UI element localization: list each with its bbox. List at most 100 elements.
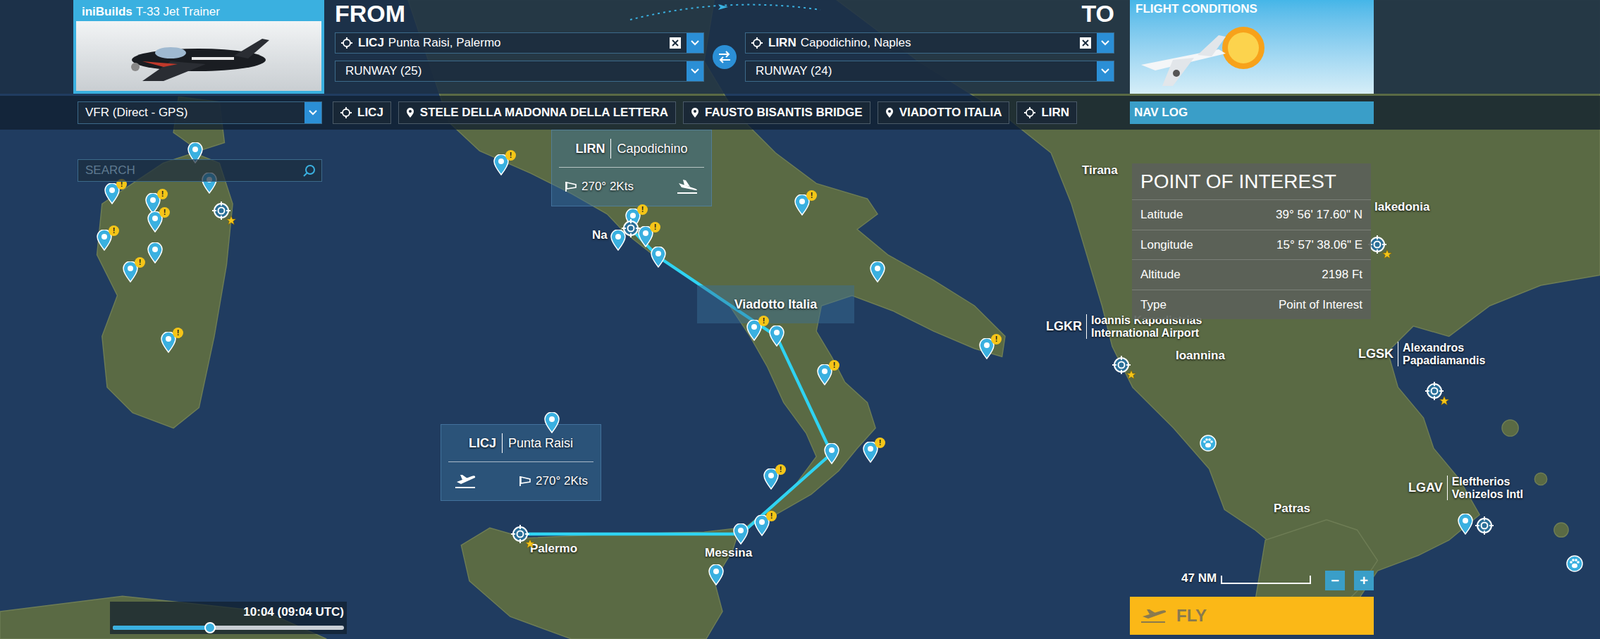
map-pin[interactable]: ! (862, 441, 879, 464)
flight-type: VFR (Direct - GPS) (78, 103, 305, 122)
map-pin[interactable] (1425, 382, 1444, 401)
map-pin[interactable]: ! (147, 211, 163, 233)
airport-label[interactable]: LGSKAlexandrosPapadiamandis (1358, 341, 1486, 367)
arrival-runway-field[interactable]: RUNWAY (24) (745, 60, 1115, 82)
aircraft-maker: iniBuilds (81, 2, 133, 22)
clear-button[interactable] (1079, 37, 1092, 49)
map-pin[interactable]: ! (145, 193, 161, 215)
scale-bar (1220, 575, 1312, 585)
from-title: FROM (334, 1, 406, 26)
time-knob[interactable] (204, 622, 216, 634)
poi-row-label: Latitude (1140, 205, 1184, 225)
map-pin[interactable]: ! (816, 364, 833, 386)
zoom-in-button[interactable]: + (1354, 570, 1374, 591)
arrival-field[interactable]: LIRN Capodichino, Naples (745, 32, 1115, 54)
clear-button[interactable] (669, 37, 681, 49)
header: iniBuilds T-33 Jet Trainer (0, 0, 1600, 130)
swap-button[interactable] (712, 45, 737, 70)
airport-label[interactable]: LGAVEleftheriosVenizelos Intl (1408, 475, 1524, 501)
map-pin[interactable] (610, 229, 626, 251)
waypoint-chip[interactable]: LICJ (332, 101, 392, 125)
map-label: Ioannina (1175, 346, 1226, 366)
map-pin[interactable] (1566, 555, 1584, 573)
nav-log-button[interactable]: NAV LOG (1129, 101, 1374, 125)
map-label: Patras (1273, 499, 1311, 519)
map-pin[interactable]: ! (104, 183, 120, 205)
poi-row-value: Point of Interest (1278, 296, 1363, 315)
flight-type-dropdown[interactable]: VFR (Direct - GPS) (77, 101, 323, 125)
pin-icon (147, 242, 163, 264)
route-bar: VFR (Direct - GPS) LICJ STELE DELLA MADON… (0, 95, 1600, 130)
time-track[interactable] (112, 625, 344, 631)
map-pin[interactable]: ! (794, 194, 810, 216)
dropdown-button[interactable] (1096, 61, 1114, 82)
alert-badge: ! (828, 360, 840, 371)
fly-button[interactable]: FLY (1129, 597, 1374, 636)
pin-icon (823, 443, 840, 465)
map-pin[interactable] (733, 523, 749, 545)
aircraft-card[interactable]: iniBuilds T-33 Jet Trainer (73, 0, 325, 94)
map-pin[interactable]: ! (493, 154, 509, 176)
map-pin[interactable] (1457, 513, 1474, 535)
map-pin[interactable] (1199, 434, 1217, 452)
close-icon (1081, 39, 1089, 47)
poi-row-label: Type (1140, 296, 1167, 315)
dropdown-button[interactable] (1096, 33, 1114, 53)
waypoint-chip[interactable]: STELE DELLA MADONNA DELLA LETTERA (398, 101, 676, 125)
world-map[interactable]: TiranaIoanninaPatraslakedoniaNaMessinaPa… (0, 0, 1600, 639)
alert-glyph: ! (163, 208, 167, 217)
waypoint-label: STELE DELLA MADONNA DELLA LETTERA (420, 103, 669, 122)
featured-badge (525, 539, 535, 550)
map-pin[interactable] (1112, 355, 1131, 375)
poi-row-value: 39° 56' 17.60" N (1275, 205, 1363, 225)
departure-runway-field[interactable]: RUNWAY (25) (334, 60, 705, 82)
map-pin[interactable] (823, 443, 840, 465)
map-pin[interactable]: ! (160, 331, 177, 354)
map-pin[interactable] (708, 564, 724, 586)
highlight-label: Viadotto Italia (734, 295, 818, 315)
dropdown-button[interactable] (686, 61, 704, 82)
highlight-card[interactable]: Viadotto Italia (697, 285, 855, 324)
map-pin[interactable]: ! (637, 226, 654, 248)
map-pin[interactable]: ! (746, 320, 762, 342)
airport-card[interactable]: LICJPunta Raisi270° 2Kts (440, 424, 602, 502)
star-icon (226, 215, 237, 226)
flight-conditions-card[interactable]: FLIGHT CONDITIONS (1129, 0, 1374, 94)
landing-marker (675, 179, 699, 195)
map-pin[interactable] (869, 261, 886, 283)
airport-label-icao: LGSK (1358, 344, 1394, 364)
map-pin[interactable]: ! (754, 515, 770, 537)
zoom-out-button[interactable]: − (1325, 570, 1345, 591)
divider (501, 433, 503, 454)
featured-badge (226, 215, 237, 226)
waypoint-chip[interactable]: VIADOTTO ITALIA (877, 101, 1011, 125)
search-box[interactable] (77, 159, 323, 182)
airport-card[interactable]: LIRNCapodichino270° 2Kts (551, 129, 712, 207)
pin-icon (690, 107, 700, 119)
airport-icon (1024, 107, 1036, 119)
waypoint-chip[interactable]: LIRN (1016, 101, 1078, 125)
alert-glyph: ! (161, 190, 165, 199)
airport-icon (1425, 382, 1444, 401)
map-pin[interactable] (147, 242, 163, 264)
dropdown-button[interactable] (304, 102, 322, 124)
map-pin[interactable] (768, 325, 785, 347)
map-pin[interactable]: ! (763, 468, 779, 490)
map-pin[interactable] (511, 525, 530, 544)
map-pin[interactable] (650, 246, 667, 268)
poi-row-value: 2198 Ft (1321, 265, 1363, 285)
map-pin[interactable] (212, 201, 231, 220)
map-pin[interactable]: ! (122, 261, 139, 283)
departure-field[interactable]: LICJ Punta Raisi, Palermo (334, 32, 705, 54)
landing-icon (675, 179, 699, 195)
search-input[interactable] (78, 161, 304, 180)
airport-label-icao: LGKR (1045, 317, 1082, 337)
map-pin[interactable] (1475, 516, 1494, 535)
map-pin[interactable]: ! (979, 338, 995, 360)
aircraft-title: iniBuilds T-33 Jet Trainer (76, 2, 322, 22)
map-label: Tirana (1081, 161, 1118, 180)
dropdown-button[interactable] (686, 33, 704, 53)
map-pin[interactable]: ! (96, 229, 113, 251)
waypoint-chip[interactable]: FAUSTO BISANTIS BRIDGE (682, 101, 871, 125)
map-pin[interactable] (544, 412, 560, 434)
